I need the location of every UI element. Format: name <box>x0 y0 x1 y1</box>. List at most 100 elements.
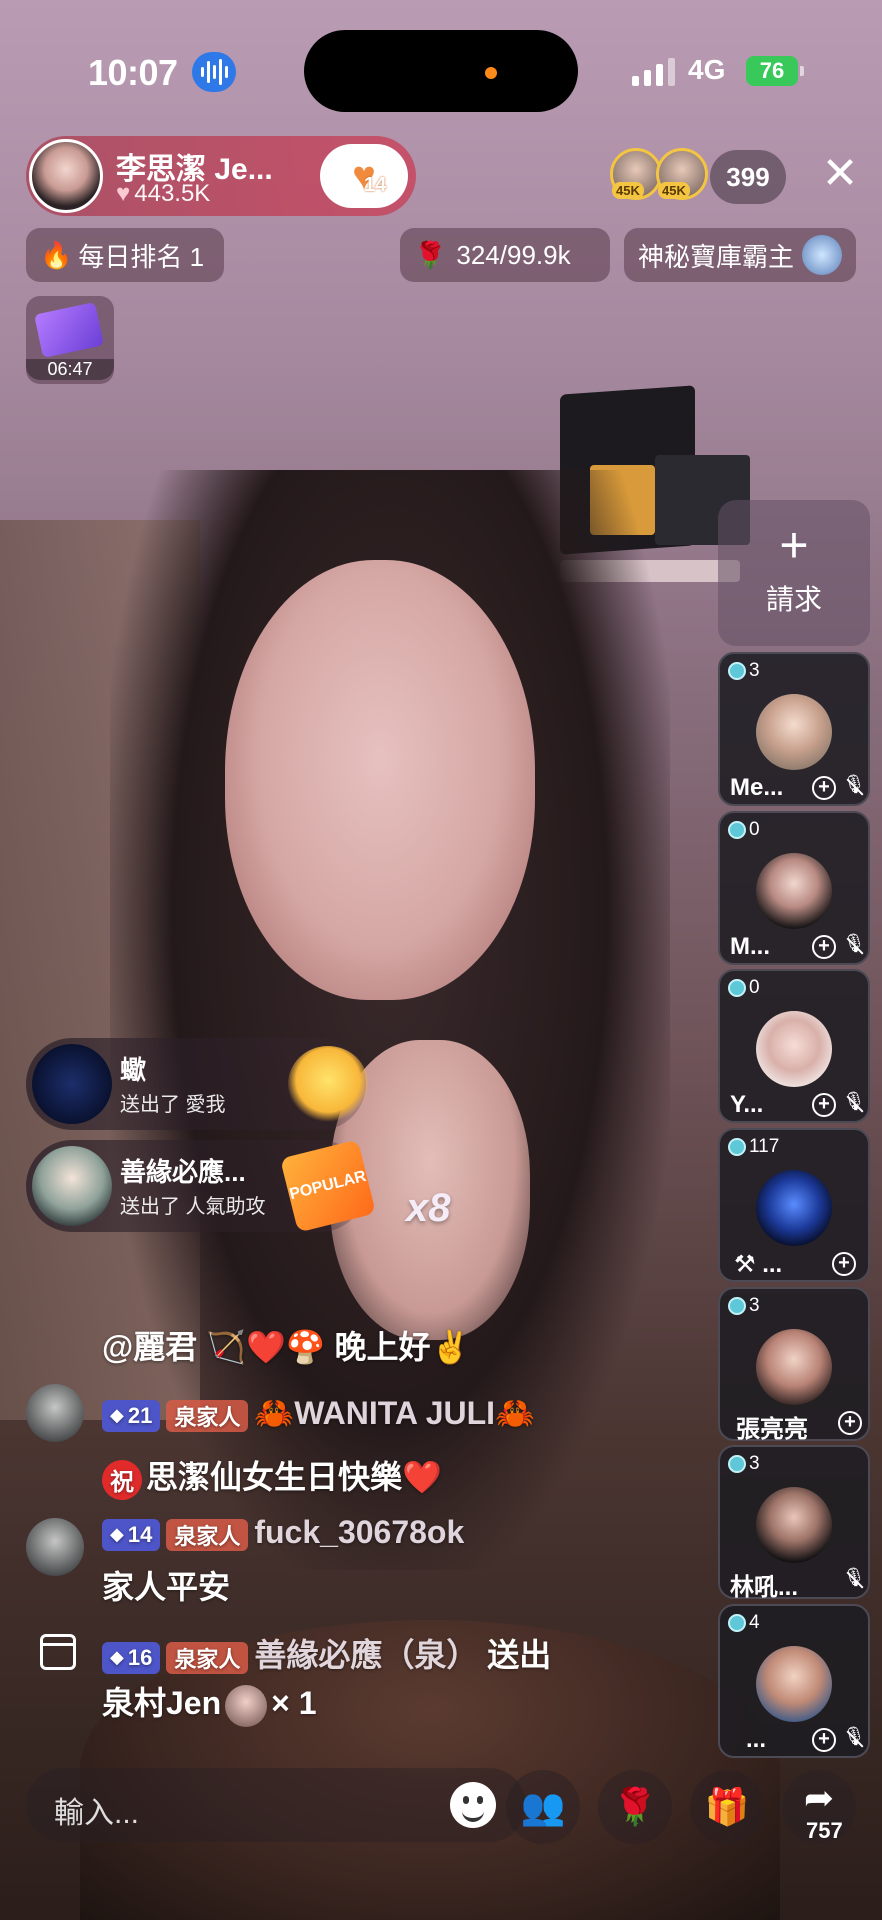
guest-tile[interactable]: 0 Y... + 🎙 <box>718 969 870 1123</box>
gem-icon <box>728 1138 746 1156</box>
mic-muted-icon: 🎙 <box>842 1567 866 1593</box>
chat-message: 祝思潔仙女生日快樂❤️ <box>102 1452 442 1500</box>
fire-icon: 🔥 <box>40 239 73 270</box>
treasure-pill[interactable]: 神秘寶庫霸主 <box>624 228 856 282</box>
share-count: 757 <box>806 1818 843 1843</box>
gift-box-icon <box>34 302 104 358</box>
viewer-badge: 45K <box>612 182 644 199</box>
sender-avatar <box>32 1044 112 1124</box>
add-guest-icon[interactable]: + <box>838 1411 862 1435</box>
treasure-text: 神秘寶庫霸主 <box>638 241 795 272</box>
guest-score: 3 <box>728 1295 760 1317</box>
chat-message: @麗君 🏹❤️🍄 晚上好✌️ <box>102 1329 471 1365</box>
gem-icon <box>728 821 746 839</box>
host-avatar[interactable] <box>29 139 103 213</box>
score-value: 117 <box>749 1136 780 1157</box>
level-badge: ◆ 14 <box>102 1518 161 1551</box>
guest-avatar <box>756 694 832 770</box>
guest-name: 林吼... <box>730 1574 799 1601</box>
chat-username[interactable]: 善緣必應（泉） <box>254 1637 478 1673</box>
gift-icon[interactable] <box>40 1634 76 1670</box>
battery-icon: 76 <box>746 56 798 86</box>
daily-ranking-pill[interactable]: 🔥 每日排名 1 <box>26 228 224 282</box>
blessing-badge: 祝 <box>102 1459 142 1500</box>
score-value: 3 <box>749 1295 760 1316</box>
gift-label: POPULAR <box>287 1167 368 1204</box>
guest-tile[interactable]: 4 ... + 🎙 <box>718 1604 870 1758</box>
comment-input[interactable]: 輸入... <box>26 1768 526 1842</box>
rose-progress-text: 324/99.9k <box>456 239 571 270</box>
guest-score: 0 <box>728 819 760 841</box>
mic-muted-icon: 🎙 <box>842 1091 866 1117</box>
family-badge: 泉家人 <box>166 1641 249 1674</box>
guest-name: Me... <box>730 774 784 801</box>
gift-notification[interactable]: 善緣必應... 送出了 人氣助攻 POPULAR <box>26 1139 377 1233</box>
timer-text: 06:47 <box>26 359 114 380</box>
gem-icon <box>728 1455 746 1473</box>
add-guest-icon[interactable]: + <box>812 1093 836 1117</box>
gem-icon <box>728 662 746 680</box>
gift-avatar-icon <box>225 1684 268 1727</box>
guest-avatar <box>756 1170 832 1246</box>
guest-tile[interactable]: 0 M... + 🎙 <box>718 811 870 965</box>
close-icon[interactable]: ✕ <box>818 152 862 196</box>
follow-button[interactable]: ♥ 14 <box>320 144 408 208</box>
recording-indicator-icon <box>485 67 497 79</box>
score-value: 0 <box>749 977 760 998</box>
score-value: 0 <box>749 819 760 840</box>
score-value: 3 <box>749 1453 760 1474</box>
add-guest-icon[interactable]: + <box>812 935 836 959</box>
chat-message: 家人平安 <box>102 1569 231 1605</box>
guest-name: ... <box>746 1726 767 1753</box>
chat-avatar[interactable] <box>26 1384 84 1442</box>
share-icon: ➦ <box>803 1777 835 1818</box>
ranking-text: 每日排名 1 <box>78 241 205 272</box>
guest-score: 3 <box>728 660 760 682</box>
guest-score: 117 <box>728 1136 779 1158</box>
guest-tile[interactable]: 3 林吼... 🎙 <box>718 1445 870 1601</box>
guest-tile[interactable]: 3 Me... + 🎙 <box>718 652 870 806</box>
battery-level: 76 <box>759 58 785 83</box>
mic-muted-icon: 🎙 <box>842 774 866 800</box>
add-guest-icon[interactable]: + <box>812 776 836 800</box>
rose-progress-pill[interactable]: 🌹 324/99.9k <box>400 228 610 282</box>
chat-text: 思潔仙女生日快樂❤️ <box>146 1459 442 1495</box>
viewer-count[interactable]: 399 <box>710 150 786 204</box>
chat-username[interactable]: fuck_30678ok <box>254 1514 464 1550</box>
gift-multiplier: x8 <box>406 1186 451 1230</box>
rose-icon: 🌹 <box>414 239 447 270</box>
chat-avatar[interactable] <box>26 1518 84 1576</box>
gem-icon: ◆ <box>110 1405 124 1426</box>
gem-icon <box>728 979 746 997</box>
guest-score: 3 <box>728 1453 760 1475</box>
chat-message: ◆ 16 泉家人 善緣必應（泉） 送出 <box>102 1630 551 1676</box>
heart-star-gift-icon <box>288 1046 368 1122</box>
guest-score: 0 <box>728 977 760 999</box>
gem-icon <box>728 1297 746 1315</box>
gift-button[interactable]: 🎁 <box>690 1770 764 1844</box>
mic-muted-icon: 🎙 <box>842 1726 866 1752</box>
add-guest-icon[interactable]: + <box>812 1728 836 1752</box>
guest-avatar <box>756 1646 832 1722</box>
gift-box-timer[interactable]: 06:47 <box>26 296 114 384</box>
guest-tile[interactable]: 3 張亮亮 + <box>718 1287 870 1443</box>
sender-name: 善緣必應... <box>120 1157 246 1187</box>
multi-guest-button[interactable]: 👥 <box>506 1770 580 1844</box>
host-card[interactable]: 李思潔 Je... ♥ 443.5K ♥ 14 <box>26 136 416 216</box>
rose-gift-button[interactable]: 🌹 <box>598 1770 672 1844</box>
gem-icon: ◆ <box>110 1524 124 1545</box>
request-label: 請求 <box>765 584 822 615</box>
guest-tile[interactable]: 117 ⚒ ... + <box>718 1128 870 1282</box>
viewer-badge: 45K <box>658 182 690 199</box>
mic-muted-icon: 🎙 <box>842 933 866 959</box>
chat-message: 泉村Jen × 1 <box>102 1678 317 1727</box>
request-button[interactable]: + 請求 <box>718 500 870 646</box>
level-badge: ◆ 21 <box>102 1399 161 1432</box>
hammer-icon: ⚒ <box>734 1251 756 1278</box>
gift-notification[interactable]: 蠍 送出了 愛我 <box>26 1038 368 1130</box>
emoji-icon[interactable] <box>450 1782 496 1828</box>
add-guest-icon[interactable]: + <box>832 1252 856 1276</box>
score-value: 3 <box>749 660 760 681</box>
chat-username[interactable]: 🦀WANITA JULI🦀 <box>254 1395 535 1431</box>
guest-name: ⚒ ... <box>734 1251 783 1278</box>
